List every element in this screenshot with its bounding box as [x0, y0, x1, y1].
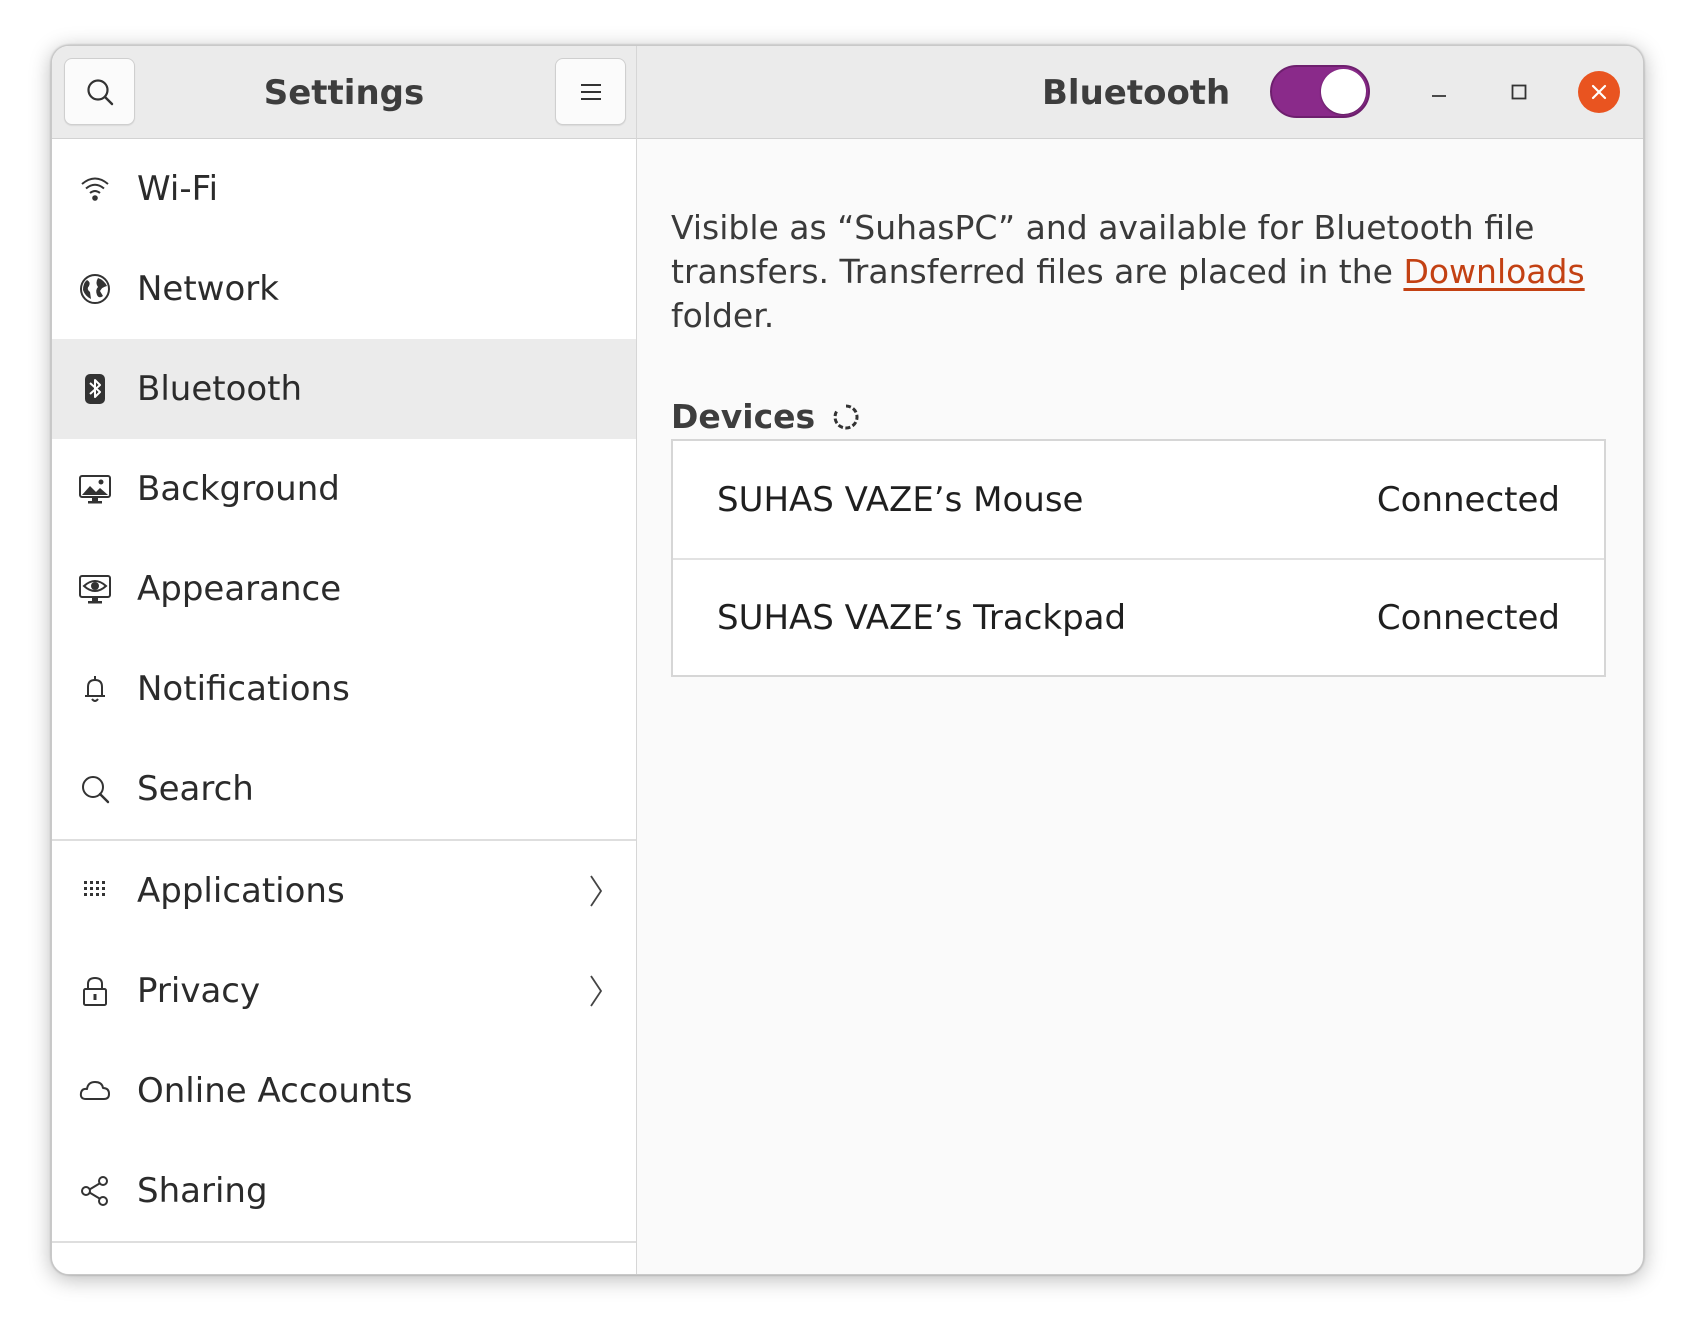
close-icon — [1591, 84, 1607, 100]
sidebar-item-applications[interactable]: Applications — [52, 841, 636, 941]
appearance-icon — [78, 572, 112, 606]
minimize-icon — [1432, 95, 1446, 97]
lock-icon — [78, 974, 112, 1008]
sidebar-item-appearance[interactable]: Appearance — [52, 539, 636, 639]
maximize-icon — [1511, 84, 1527, 100]
sidebar-item-label: Sharing — [137, 1171, 268, 1211]
sidebar-item-sharing[interactable]: Sharing — [52, 1141, 636, 1241]
sidebar-title: Settings — [263, 72, 425, 113]
sidebar-item-label: Wi-Fi — [137, 169, 219, 209]
hamburger-menu-icon — [580, 83, 601, 100]
share-icon — [78, 1174, 112, 1208]
device-status: Connected — [1376, 479, 1560, 520]
wifi-icon — [78, 172, 112, 206]
bluetooth-toggle[interactable] — [1270, 65, 1370, 118]
sidebar-item-background[interactable]: Background — [52, 439, 636, 539]
sidebar-nav: Wi-Fi Network Bluetooth Background Appea… — [52, 139, 636, 1243]
sidebar-item-network[interactable]: Network — [52, 239, 636, 339]
sidebar-item-label: Bluetooth — [137, 369, 303, 409]
sidebar-item-privacy[interactable]: Privacy — [52, 941, 636, 1041]
sidebar-item-label: Network — [137, 269, 279, 309]
sidebar-item-notifications[interactable]: Notifications — [52, 639, 636, 739]
globe-icon — [78, 272, 112, 306]
sidebar-item-label: Applications — [137, 871, 345, 911]
header-bar: Bluetooth — [637, 46, 1643, 139]
description-text-end: folder. — [671, 296, 775, 335]
main-panel: Bluetooth Visible as “SuhasPC” and avail… — [637, 46, 1643, 1274]
sidebar-item-online-accounts[interactable]: Online Accounts — [52, 1041, 636, 1141]
chevron-right-icon — [590, 875, 603, 907]
device-status: Connected — [1376, 597, 1560, 638]
device-name: SUHAS VAZE’s Trackpad — [717, 597, 1127, 638]
spinner-icon — [833, 404, 859, 430]
sidebar-item-label: Search — [137, 769, 254, 809]
sidebar-item-search[interactable]: Search — [52, 739, 636, 839]
device-name: SUHAS VAZE’s Mouse — [717, 479, 1084, 520]
device-list: SUHAS VAZE’s Mouse Connected SUHAS VAZE’… — [671, 439, 1606, 677]
device-row-mouse[interactable]: SUHAS VAZE’s Mouse Connected — [673, 441, 1604, 558]
maximize-button[interactable] — [1499, 72, 1539, 112]
device-row-trackpad[interactable]: SUHAS VAZE’s Trackpad Connected — [673, 558, 1604, 675]
chevron-right-icon — [590, 975, 603, 1007]
cloud-icon — [78, 1074, 112, 1108]
bell-icon — [78, 672, 112, 706]
sidebar-item-label: Appearance — [137, 569, 342, 609]
sidebar: Settings Wi-Fi Network Bluetooth Backgro… — [52, 46, 637, 1274]
search-icon — [86, 78, 113, 105]
downloads-link[interactable]: Downloads — [1403, 252, 1584, 291]
sidebar-item-label: Notifications — [137, 669, 350, 709]
sidebar-header: Settings — [52, 46, 636, 139]
sidebar-divider — [52, 1241, 636, 1243]
sidebar-item-label: Privacy — [137, 971, 261, 1011]
page-title: Bluetooth — [1042, 72, 1231, 113]
sidebar-item-wifi[interactable]: Wi-Fi — [52, 139, 636, 239]
bluetooth-icon — [78, 372, 112, 406]
monitor-icon — [78, 472, 112, 506]
visibility-description: Visible as “SuhasPC” and available for B… — [671, 206, 1601, 338]
search-button[interactable] — [64, 58, 135, 125]
devices-heading: Devices — [671, 396, 816, 436]
toggle-knob — [1321, 69, 1366, 114]
sidebar-item-label: Background — [137, 469, 340, 509]
settings-window: Settings Wi-Fi Network Bluetooth Backgro… — [51, 45, 1644, 1275]
grid-icon — [78, 874, 112, 908]
minimize-button[interactable] — [1419, 72, 1459, 112]
menu-button[interactable] — [555, 58, 626, 125]
sidebar-item-label: Online Accounts — [137, 1071, 413, 1111]
search-icon — [78, 772, 112, 806]
close-button[interactable] — [1578, 71, 1620, 113]
sidebar-item-bluetooth[interactable]: Bluetooth — [52, 339, 636, 439]
